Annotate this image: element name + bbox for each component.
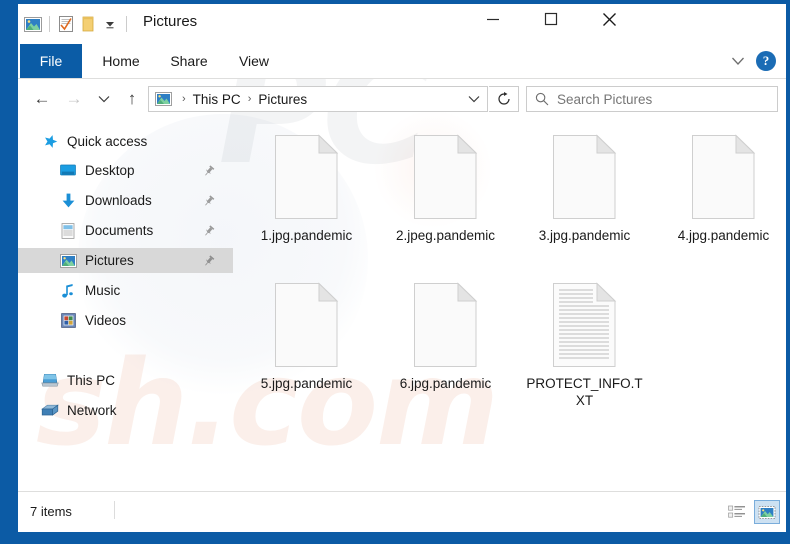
blank-file-icon [549, 133, 621, 221]
sidebar-item-pictures[interactable]: Pictures [18, 248, 233, 273]
tab-share[interactable]: Share [158, 44, 220, 78]
sidebar-item-documents[interactable]: Documents [18, 218, 233, 243]
help-button[interactable]: ? [756, 51, 776, 71]
quick-access-toolbar [22, 12, 132, 36]
file-name-label: 4.jpg.pandemic [677, 228, 770, 243]
up-button[interactable]: ↑ [118, 85, 146, 113]
status-divider [114, 501, 115, 519]
sidebar-item-videos[interactable]: Videos [18, 308, 233, 333]
search-input[interactable]: Search Pictures [526, 86, 778, 112]
blank-file-icon [271, 133, 343, 221]
explorer-window: PC sh.com [0, 0, 790, 544]
sidebar-label-this-pc: This PC [67, 373, 116, 388]
refresh-button[interactable] [489, 86, 519, 112]
search-placeholder-text: Search Pictures [557, 91, 653, 107]
sidebar-label-pictures: Pictures [85, 253, 134, 268]
file-name-label: PROTECT_INFO.TXT [526, 376, 643, 408]
pin-icon[interactable] [203, 164, 215, 177]
network-icon [40, 402, 60, 420]
item-count-label: 7 items [30, 504, 72, 519]
blank-file-icon [688, 133, 760, 221]
sidebar-item-downloads[interactable]: Downloads [18, 188, 233, 213]
address-dropdown-icon[interactable] [461, 87, 487, 111]
address-path-box[interactable]: › This PC › Pictures [148, 86, 488, 112]
sidebar-label-documents: Documents [85, 223, 154, 238]
file-item[interactable]: 2.jpeg.pandemic [376, 133, 515, 244]
sidebar-item-this-pc[interactable]: This PC [18, 368, 233, 393]
documents-icon [58, 222, 78, 240]
search-icon [527, 87, 557, 111]
sidebar-label-videos: Videos [85, 313, 127, 328]
sidebar-item-network[interactable]: Network [18, 398, 233, 423]
file-list-view: 1.jpg.pandemic 2.jpeg.pandemic 3.jpg.pan… [233, 121, 786, 491]
file-name-label: 6.jpg.pandemic [399, 376, 492, 391]
sidebar-label-quick-access: Quick access [67, 134, 148, 149]
file-item[interactable]: 6.jpg.pandemic [376, 281, 515, 392]
file-item[interactable]: 1.jpg.pandemic [237, 133, 376, 244]
file-item[interactable]: PROTECT_INFO.TXT [515, 281, 654, 409]
videos-icon [58, 312, 78, 330]
this-pc-icon [40, 372, 60, 390]
customize-dropdown-icon[interactable] [99, 13, 121, 35]
breadcrumb: › This PC › Pictures [149, 92, 461, 107]
music-icon [58, 282, 78, 300]
qat-divider-2 [126, 16, 127, 32]
address-bar: ← → ↑ › This PC › Pictures Search Pictur… [18, 79, 786, 121]
tab-file[interactable]: File [20, 44, 82, 78]
sidebar-item-quick-access[interactable]: Quick access [18, 129, 233, 154]
pin-icon[interactable] [203, 224, 215, 237]
file-item[interactable]: 5.jpg.pandemic [237, 281, 376, 392]
details-view-button[interactable] [724, 500, 750, 524]
file-name-label: 5.jpg.pandemic [260, 376, 353, 391]
breadcrumb-separator-1: › [182, 93, 186, 105]
new-folder-icon[interactable] [77, 13, 99, 35]
sidebar-label-downloads: Downloads [85, 193, 152, 208]
tab-view[interactable]: View [226, 44, 282, 78]
file-name-label: 2.jpeg.pandemic [395, 228, 496, 243]
pictures-icon [58, 252, 78, 270]
file-item[interactable]: 3.jpg.pandemic [515, 133, 654, 244]
blank-file-icon [410, 133, 482, 221]
recent-locations-button[interactable] [90, 85, 118, 113]
sidebar-item-music[interactable]: Music [18, 278, 233, 303]
sidebar-label-network: Network [67, 403, 117, 418]
sidebar-label-desktop: Desktop [85, 163, 135, 178]
navigation-pane: Quick access Desktop Downloads Documents… [18, 121, 233, 491]
breadcrumb-separator-2: › [247, 93, 252, 105]
file-name-label: 3.jpg.pandemic [538, 228, 631, 243]
chevron-down-icon[interactable] [726, 50, 750, 72]
large-icons-view-button[interactable] [754, 500, 780, 524]
breadcrumb-item-this-pc[interactable]: This PC [193, 92, 241, 107]
forward-button[interactable]: → [60, 85, 88, 113]
file-name-label: 1.jpg.pandemic [260, 228, 353, 243]
tab-home[interactable]: Home [90, 44, 152, 78]
pictures-folder-icon[interactable] [22, 13, 44, 35]
content-area: Quick access Desktop Downloads Documents… [18, 121, 786, 491]
pin-icon[interactable] [203, 194, 215, 207]
minimize-button[interactable] [470, 4, 516, 34]
qat-divider-1 [49, 16, 50, 32]
window-client-area: PC sh.com [18, 4, 786, 532]
properties-icon[interactable] [55, 13, 77, 35]
star-icon [40, 133, 60, 151]
sidebar-item-desktop[interactable]: Desktop [18, 158, 233, 183]
breadcrumb-pictures-icon [155, 92, 172, 106]
pin-icon[interactable] [203, 254, 215, 267]
ribbon-tab-bar: File Home Share View ? [18, 44, 786, 79]
sidebar-label-music: Music [85, 283, 121, 298]
blank-file-icon [271, 281, 343, 369]
desktop-icon [58, 162, 78, 180]
window-title: Pictures [143, 13, 198, 30]
blank-file-icon [410, 281, 482, 369]
title-bar: Pictures [18, 4, 786, 44]
maximize-button[interactable] [528, 4, 574, 34]
close-button[interactable] [586, 4, 632, 34]
status-bar: 7 items [18, 491, 786, 532]
breadcrumb-item-pictures[interactable]: Pictures [258, 92, 307, 107]
back-button[interactable]: ← [28, 85, 56, 113]
file-item[interactable]: 4.jpg.pandemic [654, 133, 786, 244]
downloads-icon [58, 192, 78, 210]
text-file-icon [549, 281, 621, 369]
